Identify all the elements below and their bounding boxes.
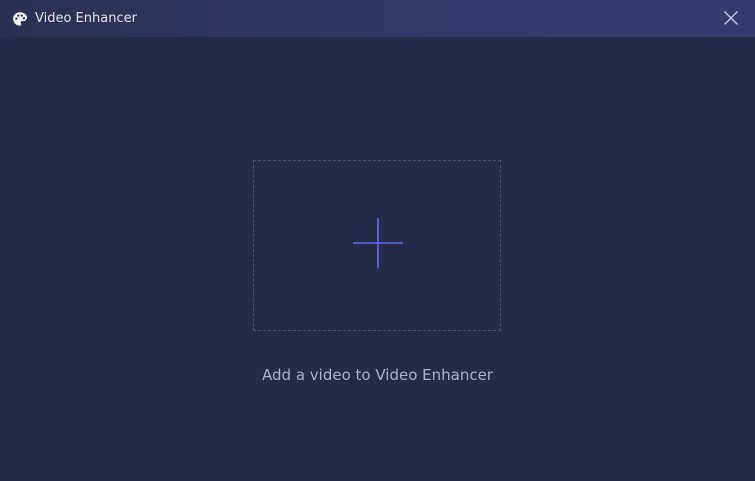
close-button[interactable]: [719, 6, 743, 30]
add-video-drop-zone[interactable]: [253, 160, 501, 331]
close-icon: [724, 11, 738, 25]
plus-icon: [353, 218, 403, 268]
title-bar: Video Enhancer: [0, 0, 755, 37]
video-enhancer-window: Video Enhancer Add a video to Video Enha…: [0, 0, 755, 481]
add-video-hint: Add a video to Video Enhancer: [262, 366, 493, 384]
palette-icon: [11, 10, 28, 27]
window-title: Video Enhancer: [35, 11, 137, 26]
main-content: Add a video to Video Enhancer: [0, 37, 755, 481]
